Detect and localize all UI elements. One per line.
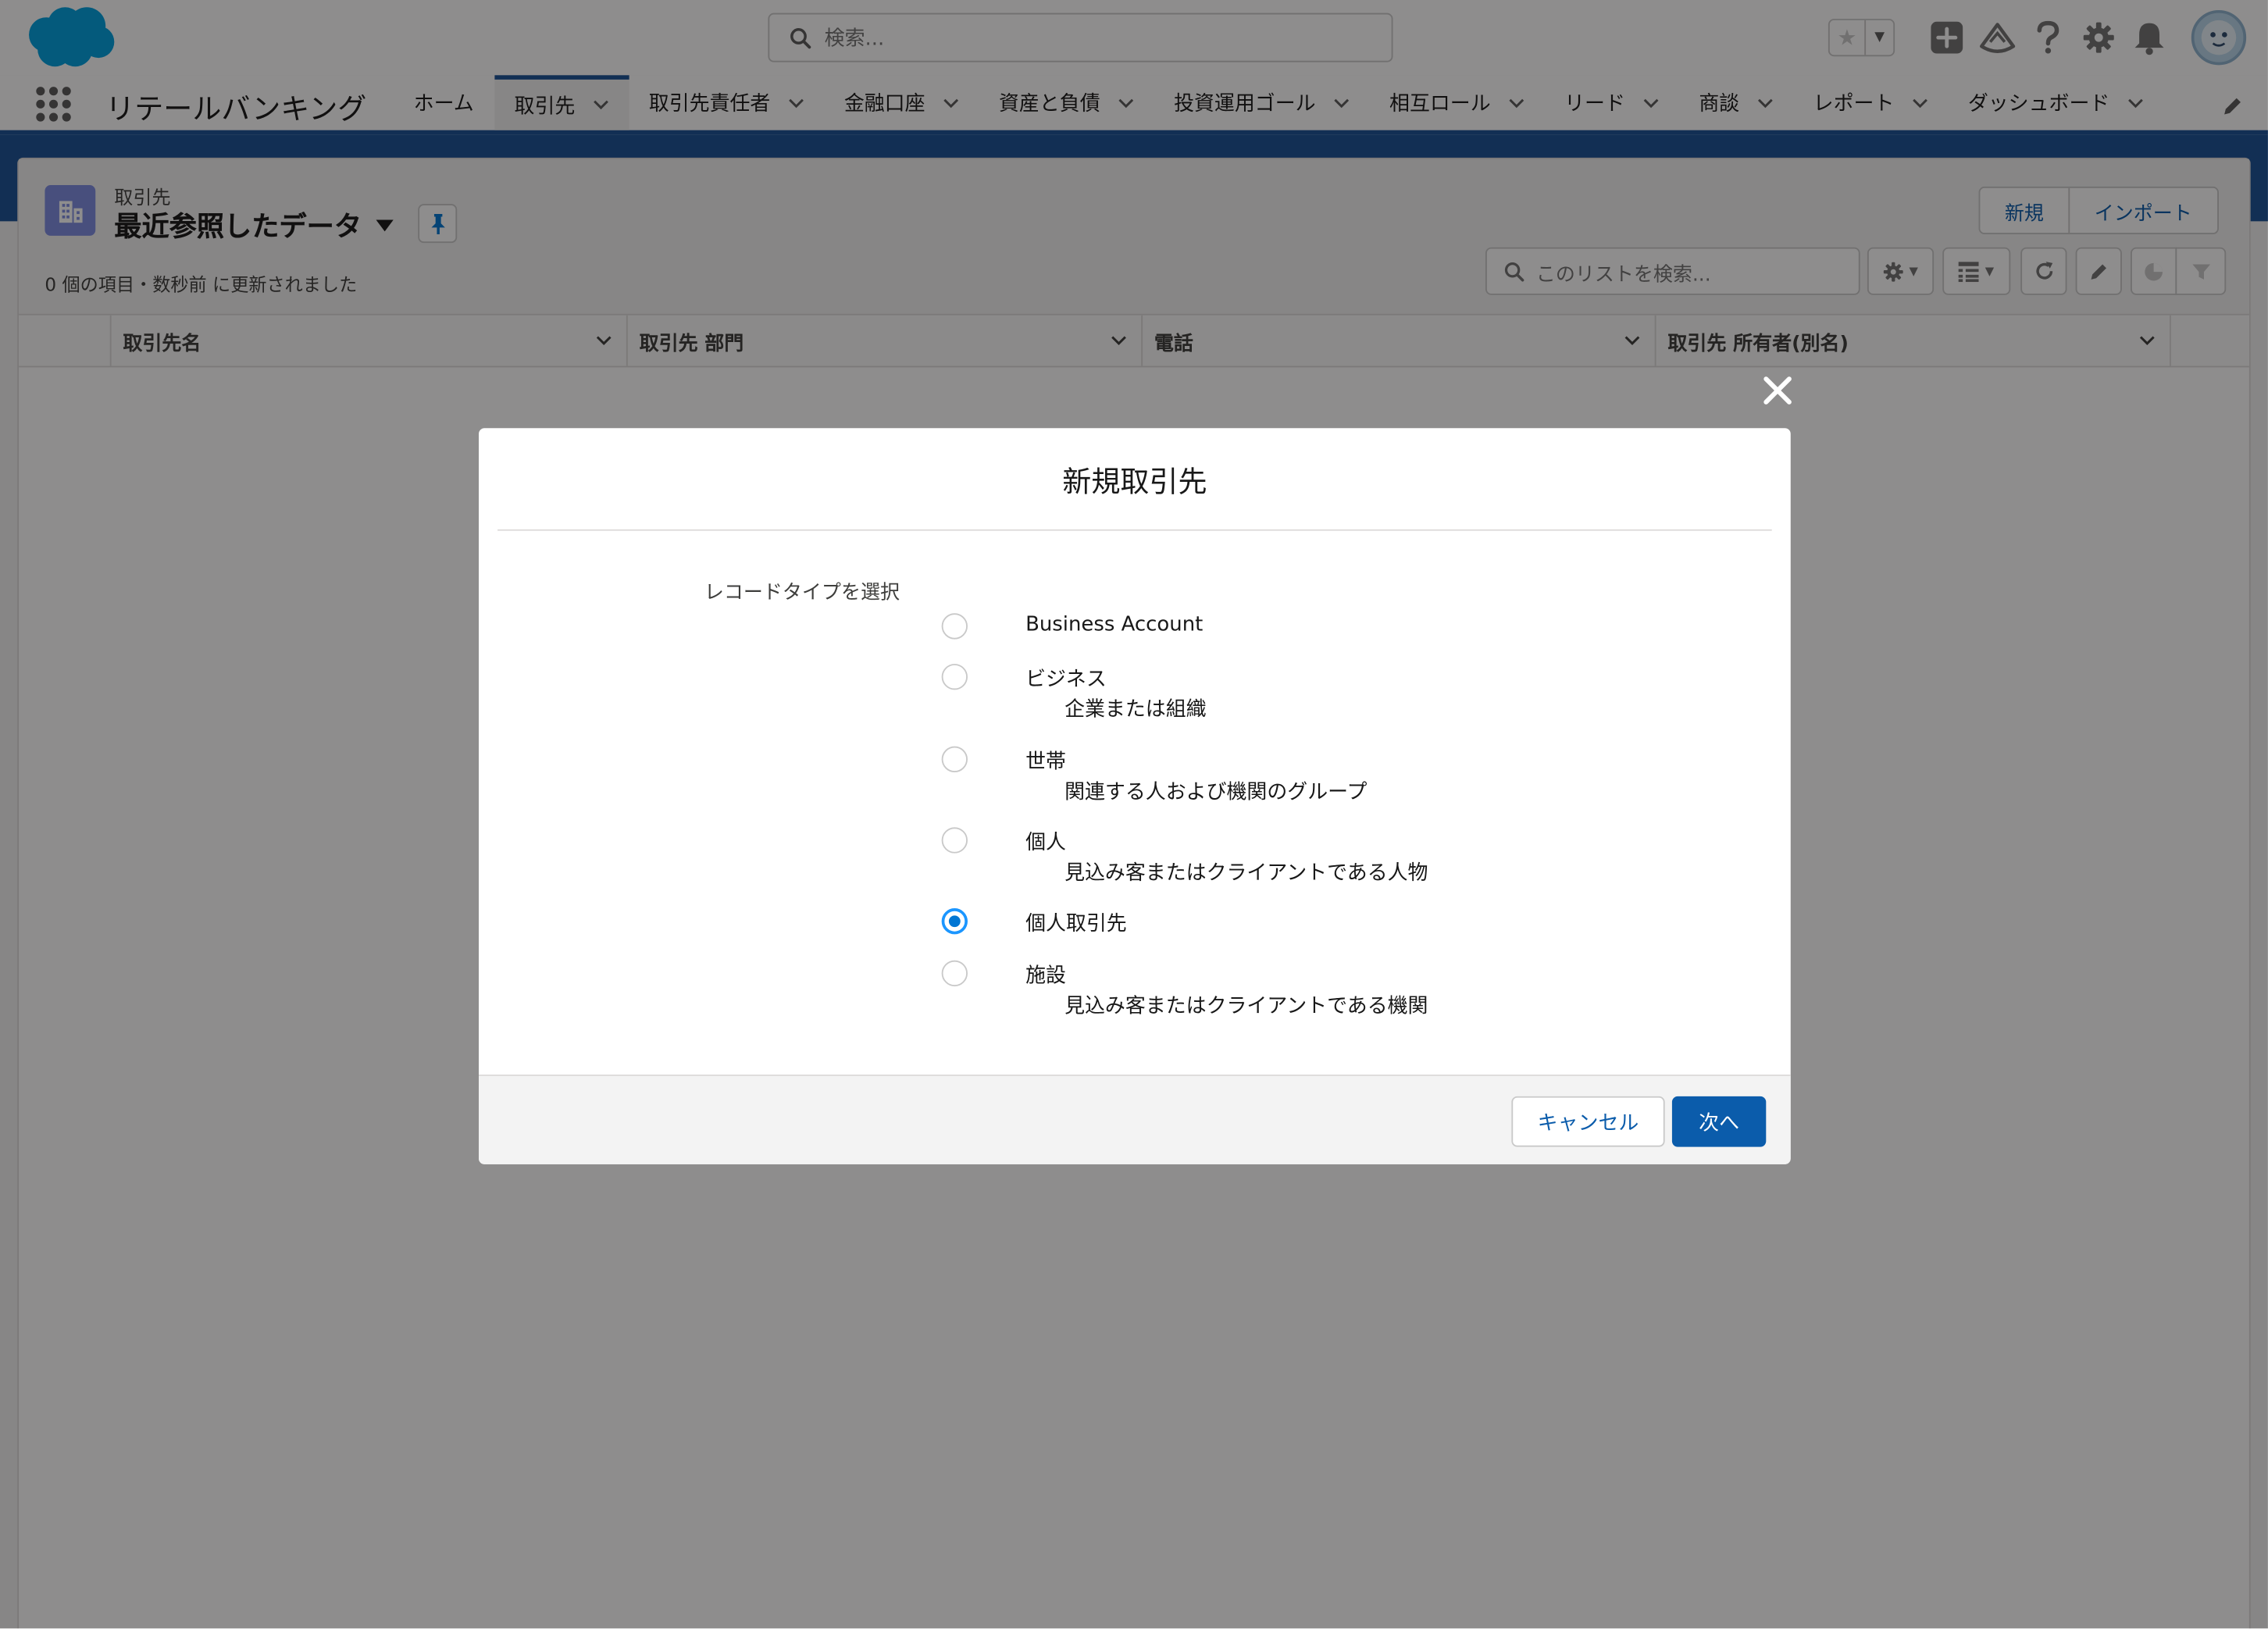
record-type-label: レコードタイプを選択 xyxy=(704,581,900,605)
record-type-option-description: 見込み客またはクライアントである人物 xyxy=(1064,861,1428,886)
record-type-radio[interactable] xyxy=(941,746,968,772)
close-icon xyxy=(1763,376,1792,405)
record-type-option-label: 世帯 xyxy=(1025,750,1066,774)
record-type-option-label: ビジネス xyxy=(1025,668,1107,692)
app-root: 検索... ★ ▼ リテールバンキング ホーム 取引先 取引先責任者 金融口座 … xyxy=(0,0,2268,1629)
cancel-button[interactable]: キャンセル xyxy=(1511,1096,1665,1147)
record-type-radio[interactable] xyxy=(941,613,968,640)
new-account-modal: 新規取引先 レコードタイプを選択 Business Account ビジネス 企… xyxy=(479,428,1791,1164)
next-button[interactable]: 次へ xyxy=(1671,1096,1767,1147)
record-type-option-description: 企業または組織 xyxy=(1064,698,1207,722)
modal-close-button[interactable] xyxy=(1756,369,1799,412)
record-type-option-label: 個人 xyxy=(1025,831,1066,855)
record-type-option-description: 見込み客またはクライアントである機関 xyxy=(1064,995,1428,1018)
record-type-radio[interactable] xyxy=(941,827,968,854)
record-type-option-label: Business Account xyxy=(1025,613,1204,636)
record-type-option-description: 関連する人および機関のグループ xyxy=(1064,781,1368,804)
modal-footer: キャンセル 次へ xyxy=(479,1075,1791,1164)
record-type-option-label: 個人取引先 xyxy=(1025,912,1127,936)
modal-title: 新規取引先 xyxy=(497,428,1772,531)
record-type-radio[interactable] xyxy=(941,664,968,690)
record-type-option-label: 施設 xyxy=(1025,964,1066,988)
record-type-radio[interactable] xyxy=(941,960,968,987)
record-type-radio-selected[interactable] xyxy=(941,908,968,935)
